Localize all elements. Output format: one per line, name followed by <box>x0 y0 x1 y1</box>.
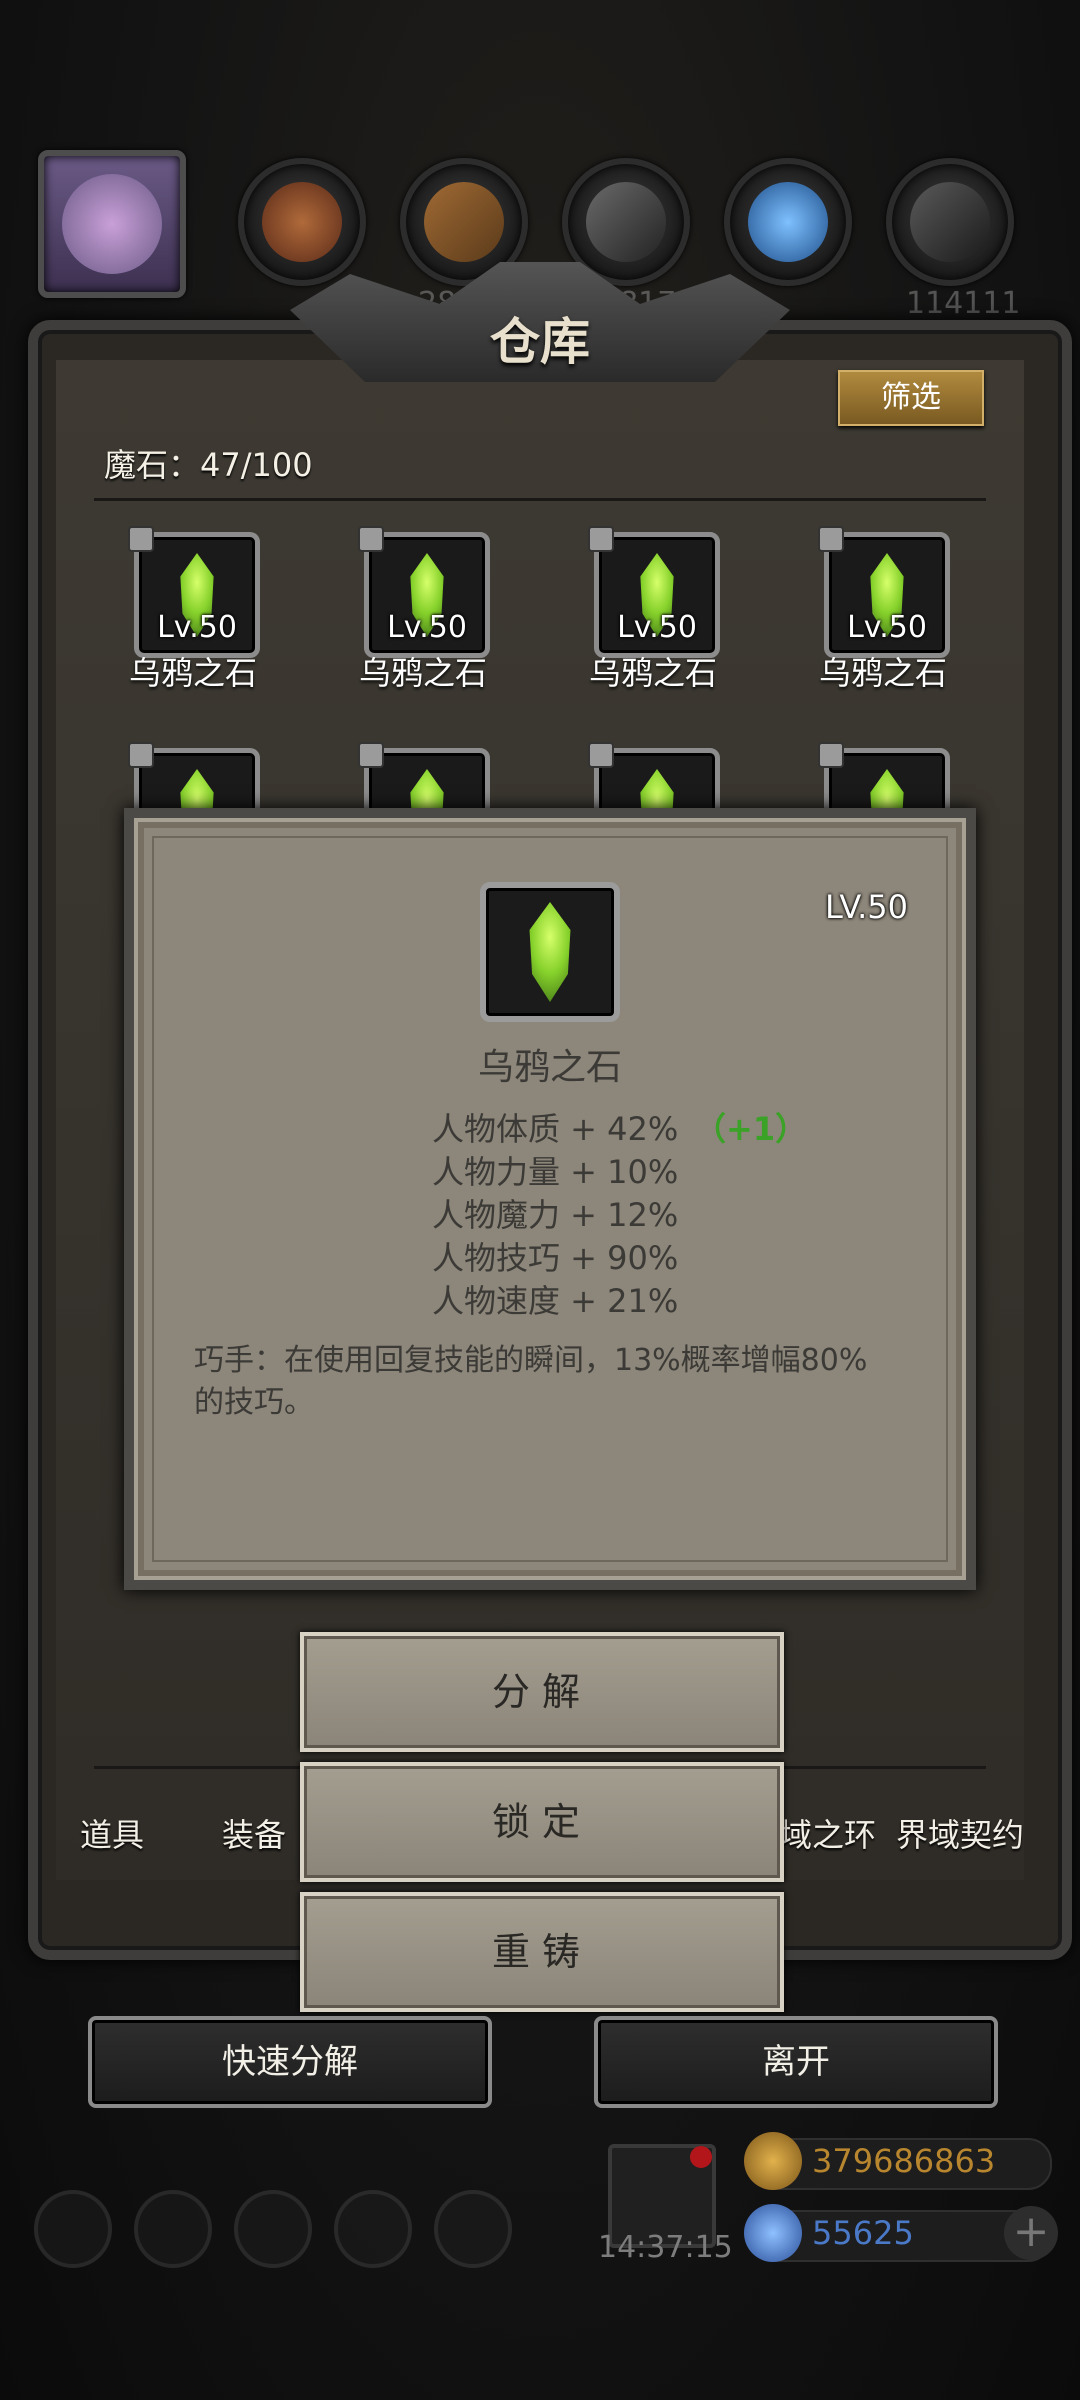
item-level: Lv.50 <box>847 610 927 645</box>
decompose-button[interactable]: 分解 <box>300 1632 784 1752</box>
clock: 14:37:15 <box>598 2230 733 2265</box>
item-level: Lv.50 <box>617 610 697 645</box>
item-level: Lv.50 <box>387 610 467 645</box>
blue-gem-icon <box>744 2204 802 2262</box>
stat-line: 人物体质 + 42% （+1） <box>432 1108 892 1151</box>
stat-line: 人物魔力 + 12% <box>432 1196 679 1234</box>
lock-button[interactable]: 锁定 <box>300 1762 784 1882</box>
lock-icon <box>818 526 844 552</box>
quick-decompose-button[interactable]: 快速分解 <box>88 2016 492 2108</box>
crow-stone-icon <box>529 902 571 1002</box>
settings-icon[interactable] <box>34 2190 112 2268</box>
grid-item[interactable]: Lv.50 乌鸦之石 <box>788 526 968 702</box>
detail-item-name: 乌鸦之石 <box>477 1047 622 1088</box>
steel-icon[interactable] <box>886 158 1014 286</box>
magic-stone-count: 魔石：47/100 <box>104 446 313 484</box>
lock-icon <box>358 742 384 768</box>
lock-icon <box>588 742 614 768</box>
reforge-button[interactable]: 重铸 <box>300 1892 784 2012</box>
window-title: 仓库 <box>490 312 590 371</box>
detail-level: LV.50 <box>825 888 908 926</box>
gem-amount: 55625 <box>812 2214 914 2252</box>
gold-coin-icon <box>744 2132 802 2190</box>
item-name: 乌鸦之石 <box>358 654 487 692</box>
notification-dot <box>690 2146 712 2168</box>
star-icon[interactable] <box>134 2190 212 2268</box>
stat-line: 人物力量 + 10% <box>432 1153 679 1191</box>
item-name: 乌鸦之石 <box>588 654 717 692</box>
tab-realm-contract[interactable]: 界域契约 <box>896 1810 1024 1856</box>
stat-text: 人物体质 + 42% <box>432 1110 679 1148</box>
lock-icon <box>818 742 844 768</box>
grid-item[interactable]: Lv.50 乌鸦之石 <box>98 526 278 702</box>
crystal-icon[interactable] <box>724 158 852 286</box>
mail-icon[interactable] <box>334 2190 412 2268</box>
item-name: 乌鸦之石 <box>818 654 947 692</box>
shop-icon[interactable] <box>234 2190 312 2268</box>
handshake-icon[interactable] <box>434 2190 512 2268</box>
leave-button[interactable]: 离开 <box>594 2016 998 2108</box>
item-name: 乌鸦之石 <box>128 654 257 692</box>
item-level: Lv.50 <box>157 610 237 645</box>
detail-item-frame <box>480 882 620 1022</box>
stat-bonus: （+1） <box>694 1110 808 1148</box>
gold-amount: 379686863 <box>812 2142 996 2180</box>
divider-top <box>94 498 986 501</box>
tab-equipment[interactable]: 装备 <box>222 1810 286 1856</box>
stat-line: 人物技巧 + 90% <box>432 1239 679 1277</box>
grid-item[interactable]: Lv.50 乌鸦之石 <box>558 526 738 702</box>
grid-item[interactable]: Lv.50 乌鸦之石 <box>328 526 508 702</box>
filter-button[interactable]: 筛选 <box>838 370 984 426</box>
tab-realm-ring[interactable]: 域之环 <box>780 1810 876 1856</box>
stat-list: 人物体质 + 42% （+1） 人物力量 + 10% 人物魔力 + 12% 人物… <box>432 1108 892 1323</box>
item-detail-popup: LV.50 乌鸦之石 人物体质 + 42% （+1） 人物力量 + 10% 人物… <box>124 808 976 1590</box>
lock-icon <box>358 526 384 552</box>
tab-items[interactable]: 道具 <box>80 1810 144 1856</box>
couple-portrait-icon[interactable] <box>38 150 186 298</box>
lock-icon <box>588 526 614 552</box>
skill-description: 巧手：在使用回复技能的瞬间，13%概率增幅80%的技巧。 <box>194 1343 868 1420</box>
lock-icon <box>128 526 154 552</box>
stat-line: 人物速度 + 21% <box>432 1282 679 1320</box>
add-currency-icon[interactable]: + <box>1004 2206 1058 2260</box>
lock-icon <box>128 742 154 768</box>
meat-icon[interactable] <box>238 158 366 286</box>
steel-count: 114111 <box>906 286 1021 321</box>
